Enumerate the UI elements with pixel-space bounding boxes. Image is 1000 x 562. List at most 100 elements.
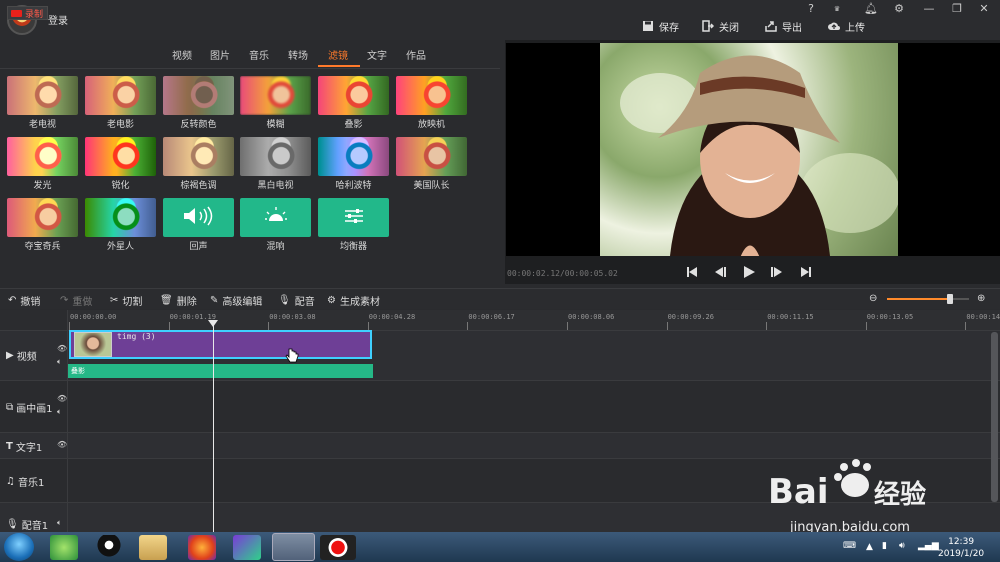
tab-image[interactable]: 图片 — [210, 47, 230, 62]
tray-arrow-icon[interactable]: ▲ — [866, 542, 873, 552]
filter-tile-0[interactable] — [7, 76, 78, 115]
filter-tile-10[interactable] — [318, 137, 389, 176]
filter-tile-9[interactable] — [240, 137, 311, 176]
speaker-icon[interactable]: 🔈︎ — [57, 518, 62, 528]
advanced-edit-button[interactable]: ✎ 高级编辑 — [210, 293, 262, 308]
tab-filter[interactable]: 滤镜 — [328, 47, 348, 62]
filter-tile-5[interactable] — [396, 76, 467, 115]
filter-tile-7[interactable] — [85, 137, 156, 176]
playhead-handle[interactable] — [208, 320, 218, 327]
filter-tile-6[interactable] — [7, 137, 78, 176]
filter-tile-12[interactable] — [7, 198, 78, 237]
help-icon[interactable]: ? — [802, 2, 820, 16]
vip-icon[interactable]: ♛ — [828, 2, 846, 16]
editor-taskbar-icon[interactable] — [272, 533, 315, 561]
filter-tile-16[interactable] — [318, 198, 389, 237]
filter-label: 美国队长 — [413, 181, 450, 191]
video-track-icon: ▶ — [6, 350, 14, 361]
signal-icon[interactable]: ▂▄▆ — [918, 541, 939, 551]
bell-icon[interactable]: 🔔︎ — [862, 2, 880, 16]
play-icon[interactable] — [741, 264, 757, 280]
filter-tile-3[interactable] — [240, 76, 311, 115]
preview-frame-image — [600, 43, 898, 256]
redo-button[interactable]: ↷ 重做 — [60, 293, 92, 308]
playhead[interactable] — [213, 322, 214, 532]
video-clip[interactable] — [69, 330, 372, 359]
filter-tile-8[interactable] — [163, 137, 234, 176]
upload-icon — [828, 22, 840, 30]
network-icon[interactable]: ▮ — [882, 541, 887, 551]
filter-tile-11[interactable] — [396, 137, 467, 176]
eye-icon[interactable]: 👁︎ — [57, 440, 67, 449]
track-pip[interactable] — [0, 380, 1000, 432]
filter-label: 老电视 — [28, 120, 56, 130]
system-clock[interactable]: 12:39 2019/1/20 — [938, 536, 984, 560]
skip-start-icon[interactable] — [684, 264, 700, 280]
filter-tile-2[interactable] — [163, 76, 234, 115]
eye-icon[interactable]: 👁︎ — [57, 344, 67, 353]
ruler-tick — [865, 322, 867, 330]
filter-tile-14[interactable] — [163, 198, 234, 237]
zoom-in-icon[interactable]: ⊕ — [977, 293, 985, 304]
filter-label: 回声 — [189, 242, 208, 252]
ruler-tick — [467, 322, 469, 330]
tab-works[interactable]: 作品 — [406, 47, 426, 62]
step-back-icon[interactable] — [712, 264, 728, 280]
tab-transition[interactable]: 转场 — [288, 47, 308, 62]
export-button[interactable]: 导出 — [765, 18, 802, 34]
track-label-video: ▶ 视频 — [6, 348, 37, 363]
ruler-tick-label: 00:00:08.06 — [568, 313, 615, 321]
tab-text[interactable]: 文字 — [367, 47, 387, 62]
keyboard-icon[interactable]: ⌨ — [843, 541, 856, 551]
filter-tile-13[interactable] — [85, 198, 156, 237]
upload-button[interactable]: 上传 — [828, 18, 865, 34]
pip-track-icon: ⧉ — [6, 402, 14, 413]
upload-label: 上传 — [845, 22, 865, 34]
browser-icon[interactable] — [50, 535, 78, 560]
eye-icon[interactable]: 👁︎ — [57, 394, 67, 403]
filter-tile-15[interactable] — [240, 198, 311, 237]
recorder-icon[interactable] — [320, 535, 356, 560]
minimize-icon[interactable]: — — [920, 2, 938, 16]
gear-icon[interactable]: ⚙ — [890, 2, 908, 16]
active-tab-indicator — [318, 65, 360, 67]
close-window-icon[interactable]: ✕ — [975, 2, 993, 16]
zoom-slider-handle[interactable] — [947, 294, 953, 304]
zoom-out-icon[interactable]: ⊖ — [869, 293, 877, 304]
filter-clip[interactable]: 叠影 — [68, 364, 373, 378]
close-project-button[interactable]: 关闭 — [702, 18, 739, 34]
filter-label: 叠影 — [344, 120, 363, 130]
record-label: 录制 — [25, 9, 44, 20]
delete-button[interactable]: 🗑︎ 删除 — [160, 293, 197, 308]
echo-icon — [179, 206, 219, 229]
maximize-icon[interactable]: ❐ — [948, 2, 966, 16]
speaker-icon[interactable]: 🔈︎ — [57, 407, 62, 417]
cut-label: 切割 — [122, 297, 143, 308]
filter-tile-1[interactable] — [85, 76, 156, 115]
cut-button[interactable]: ✂ 切割 — [110, 293, 142, 308]
ruler-tick — [965, 322, 967, 330]
start-button[interactable] — [4, 533, 34, 561]
undo-button[interactable]: ↶ 撤销 — [8, 293, 40, 308]
explorer-icon[interactable] — [139, 535, 167, 560]
filter-label: 发光 — [33, 181, 52, 191]
skip-end-icon[interactable] — [798, 264, 814, 280]
filter-tile-4[interactable] — [318, 76, 389, 115]
save-button[interactable]: 保存 — [642, 18, 679, 34]
qq-icon[interactable] — [95, 535, 123, 560]
tab-music[interactable]: 音乐 — [249, 47, 269, 62]
firefox-icon[interactable] — [188, 535, 216, 560]
volume-icon[interactable]: 🔊︎ — [899, 541, 905, 551]
timeline-scrollbar[interactable] — [991, 332, 998, 502]
ruler-tick — [666, 322, 668, 330]
record-button[interactable]: 录制 — [7, 6, 48, 20]
step-forward-icon[interactable] — [769, 264, 785, 280]
tab-video[interactable]: 视频 — [172, 47, 192, 62]
media-icon[interactable] — [233, 535, 261, 560]
dub-button[interactable]: 🎙︎ 配音 — [278, 293, 315, 308]
music-track-icon: ♫ — [6, 476, 15, 487]
login-link[interactable]: 登录 — [48, 12, 68, 27]
filter-label: 黑白电视 — [257, 181, 294, 191]
speaker-icon[interactable]: 🔈︎ — [57, 357, 62, 367]
generate-button[interactable]: ⚙ 生成素材 — [327, 293, 380, 308]
